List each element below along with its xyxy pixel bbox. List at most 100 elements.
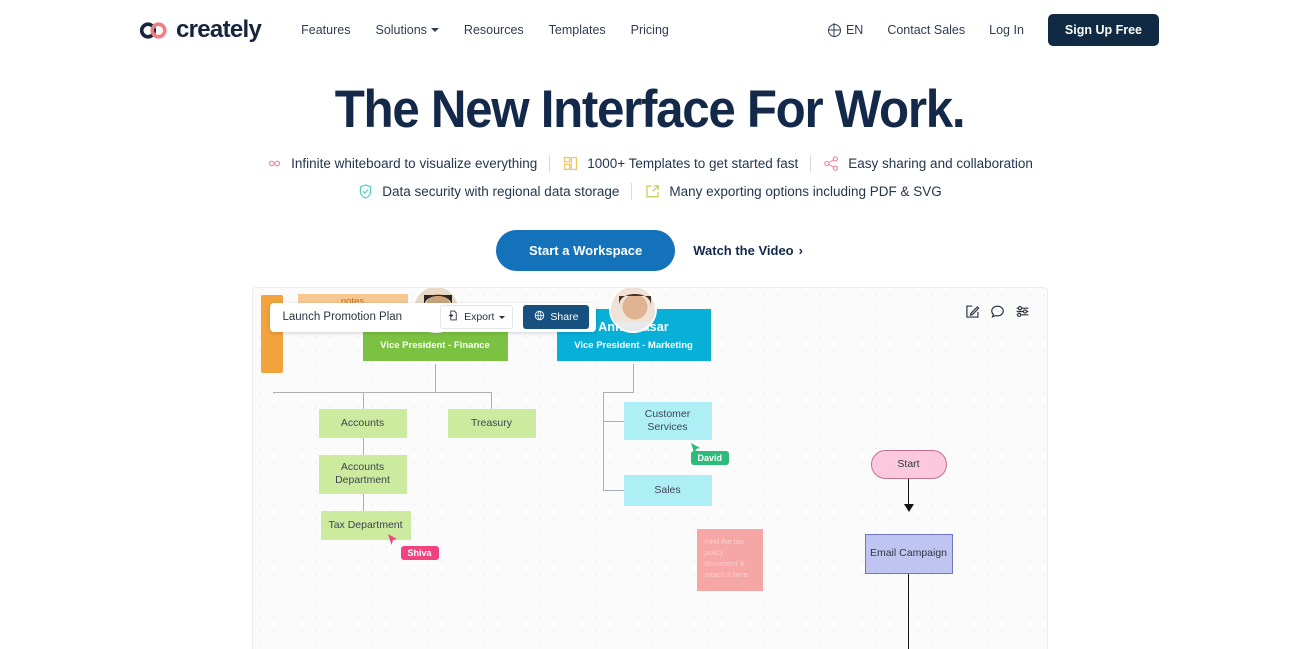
creately-logo[interactable]: creately (139, 16, 262, 44)
org-node-accounts-department[interactable]: Accounts Department (318, 454, 407, 494)
connector (632, 363, 634, 392)
flow-node-label: Start (897, 458, 920, 471)
language-selector[interactable]: EN (827, 23, 864, 37)
connector (602, 420, 624, 423)
chevron-down-icon (499, 315, 506, 319)
feature-data-security: Data security with regional data storage (345, 182, 631, 202)
start-a-workspace-button[interactable]: Start a Workspace (496, 229, 676, 271)
connector (272, 391, 492, 394)
document-toolbar: Launch Promotion Plan Export Share (269, 302, 597, 332)
org-node-label: Accounts Department (335, 461, 390, 487)
feature-templates-label: 1000+ Templates to get started fast (587, 155, 799, 171)
export-file-icon (448, 310, 459, 324)
settings-sliders-icon[interactable] (1015, 304, 1030, 319)
feature-sharing-label: Easy sharing and collaboration (848, 155, 1033, 171)
feature-data-security-label: Data security with regional data storage (382, 183, 620, 199)
share-label: Share (550, 311, 579, 324)
export-box-icon (644, 183, 661, 200)
person-role: Vice President - Marketing (574, 339, 693, 351)
flow-arrow-head (903, 503, 914, 512)
feature-infinite-whiteboard-label: Infinite whiteboard to visualize everyth… (291, 155, 538, 171)
export-button[interactable]: Export (440, 305, 514, 330)
log-in-label: Log In (989, 23, 1024, 37)
org-node-accounts[interactable]: Accounts (318, 408, 407, 438)
primary-nav-links: Features Solutions Resources Templates P… (301, 23, 669, 37)
shield-check-icon (357, 183, 374, 200)
sticky-note[interactable]: Find the tax policy document & attach it… (696, 528, 763, 591)
export-label: Export (464, 311, 495, 324)
chevron-right-icon: › (798, 242, 803, 258)
connector (602, 489, 624, 492)
whiteboard-canvas-preview[interactable]: notes Launch Promotion Plan Export Share (251, 286, 1048, 649)
org-node-customer-services[interactable]: Customer Services (623, 401, 712, 440)
comment-icon[interactable] (990, 304, 1005, 319)
language-label: EN (845, 23, 864, 37)
document-title: Launch Promotion Plan (282, 311, 403, 324)
edit-icon[interactable] (965, 304, 980, 319)
nav-link-templates-label: Templates (548, 23, 606, 37)
cursor-name: David (697, 452, 723, 463)
nav-link-features-label: Features (301, 23, 351, 37)
creately-logo-text: creately (176, 16, 262, 43)
creately-logo-mark (139, 21, 169, 39)
flow-arrow-line (907, 573, 910, 649)
person-role: Vice President - Finance (380, 339, 490, 351)
org-node-label: Accounts (340, 416, 385, 429)
org-node-label: Customer Services (644, 407, 691, 433)
page-title: The New Interface For Work. (334, 80, 966, 139)
log-in-link[interactable]: Log In (989, 23, 1024, 37)
chevron-down-icon (430, 28, 439, 32)
sign-up-free-button[interactable]: Sign Up Free (1047, 14, 1159, 46)
flow-node-email-campaign[interactable]: Email Campaign (864, 533, 953, 574)
top-navigation-bar: creately Features Solutions Resources Te… (0, 0, 1299, 60)
hero-feature-row-2: Data security with regional data storage… (0, 182, 1299, 202)
feature-exporting-label: Many exporting options including PDF & S… (669, 183, 942, 199)
share-globe-icon (534, 310, 545, 324)
watch-the-video-label: Watch the Video (693, 242, 794, 258)
nav-link-solutions[interactable]: Solutions (375, 23, 439, 37)
hero-cta-row: Start a Workspace Watch the Video › (0, 229, 1299, 271)
share-button[interactable]: Share (523, 305, 590, 330)
org-node-label: Tax Department (328, 518, 403, 531)
feature-infinite-whiteboard: Infinite whiteboard to visualize everyth… (254, 154, 549, 174)
share-network-icon (823, 155, 840, 172)
avatar (608, 287, 657, 333)
nav-link-resources[interactable]: Resources (464, 23, 524, 37)
nav-link-solutions-label: Solutions (375, 23, 427, 37)
feature-templates: 1000+ Templates to get started fast (550, 154, 810, 174)
hero-feature-list: Infinite whiteboard to visualize everyth… (0, 154, 1299, 202)
sticky-note-text: Find the tax policy document & attach it… (704, 536, 748, 579)
cursor-label-shiva: Shiva (400, 545, 439, 560)
nav-link-templates[interactable]: Templates (549, 23, 606, 37)
cursor-pointer-david (690, 442, 701, 460)
hero-section: The New Interface For Work. Infinite whi… (0, 60, 1299, 271)
org-node-treasury[interactable]: Treasury (447, 408, 536, 438)
connector (602, 391, 604, 490)
templates-icon (562, 155, 579, 172)
globe-icon (827, 23, 841, 37)
canvas-tool-icons (965, 304, 1030, 319)
nav-right-group: EN Contact Sales Log In Sign Up Free (827, 14, 1159, 46)
nav-link-pricing-label: Pricing (630, 23, 669, 37)
nav-link-pricing[interactable]: Pricing (631, 23, 669, 37)
cursor-name: Shiva (407, 547, 432, 558)
connector (434, 363, 436, 392)
contact-sales-label: Contact Sales (887, 23, 966, 37)
nav-link-features[interactable]: Features (301, 23, 350, 37)
org-node-label: Sales (654, 483, 681, 496)
flow-node-start[interactable]: Start (870, 449, 947, 479)
nav-link-resources-label: Resources (463, 23, 524, 37)
feature-exporting: Many exporting options including PDF & S… (632, 182, 953, 202)
infinity-icon (266, 155, 283, 172)
org-node-sales[interactable]: Sales (623, 474, 712, 506)
cursor-pointer-shiva (387, 533, 398, 551)
connector (362, 391, 364, 409)
connector (602, 391, 634, 394)
watch-the-video-link[interactable]: Watch the Video › (693, 243, 803, 258)
hero-feature-row-1: Infinite whiteboard to visualize everyth… (0, 154, 1299, 174)
contact-sales-link[interactable]: Contact Sales (887, 23, 965, 37)
flow-node-label: Email Campaign (869, 547, 948, 560)
connector (490, 391, 492, 409)
org-node-label: Treasury (470, 416, 513, 429)
feature-sharing: Easy sharing and collaboration (811, 154, 1045, 174)
